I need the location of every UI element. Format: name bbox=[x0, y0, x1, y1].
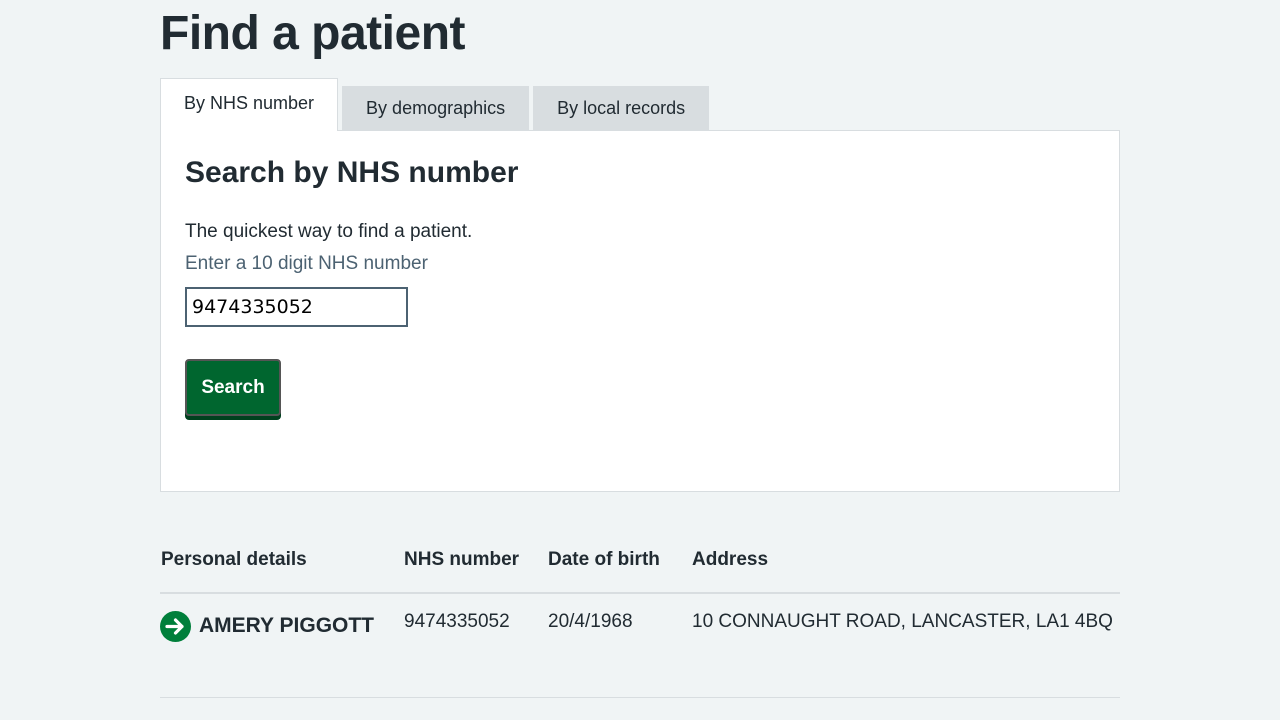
column-header-nhs-number: NHS number bbox=[404, 549, 520, 570]
search-panel: Search by NHS number The quickest way to… bbox=[160, 130, 1120, 492]
search-button[interactable]: Search bbox=[185, 359, 281, 416]
nhs-number-hint: Enter a 10 digit NHS number bbox=[185, 253, 428, 274]
search-tabs: By NHS number By demographics By local r… bbox=[160, 78, 710, 131]
panel-description: The quickest way to find a patient. bbox=[185, 221, 473, 242]
tab-by-demographics[interactable]: By demographics bbox=[342, 86, 530, 130]
address-cell: 10 CONNAUGHT ROAD, LANCASTER, LA1 4BQ bbox=[692, 611, 1113, 632]
column-header-address: Address bbox=[692, 549, 769, 570]
nhs-number-input[interactable] bbox=[185, 287, 408, 327]
column-header-personal-details: Personal details bbox=[161, 549, 307, 570]
results-table: Personal details NHS number Date of birt… bbox=[160, 540, 1120, 698]
column-header-date-of-birth: Date of birth bbox=[548, 549, 660, 570]
tab-by-local-records[interactable]: By local records bbox=[533, 86, 710, 130]
page-title: Find a patient bbox=[160, 7, 466, 60]
arrow-right-circle-icon[interactable] bbox=[160, 611, 191, 642]
table-row[interactable]: AMERY PIGGOTT 9474335052 20/4/1968 10 CO… bbox=[160, 594, 1120, 698]
results-header: Personal details NHS number Date of birt… bbox=[160, 540, 1120, 594]
panel-heading: Search by NHS number bbox=[185, 156, 519, 189]
tab-by-nhs-number[interactable]: By NHS number bbox=[160, 78, 339, 131]
date-of-birth-cell: 20/4/1968 bbox=[548, 611, 633, 632]
nhs-number-cell: 9474335052 bbox=[404, 611, 510, 632]
patient-name-link[interactable]: AMERY PIGGOTT bbox=[199, 612, 374, 640]
